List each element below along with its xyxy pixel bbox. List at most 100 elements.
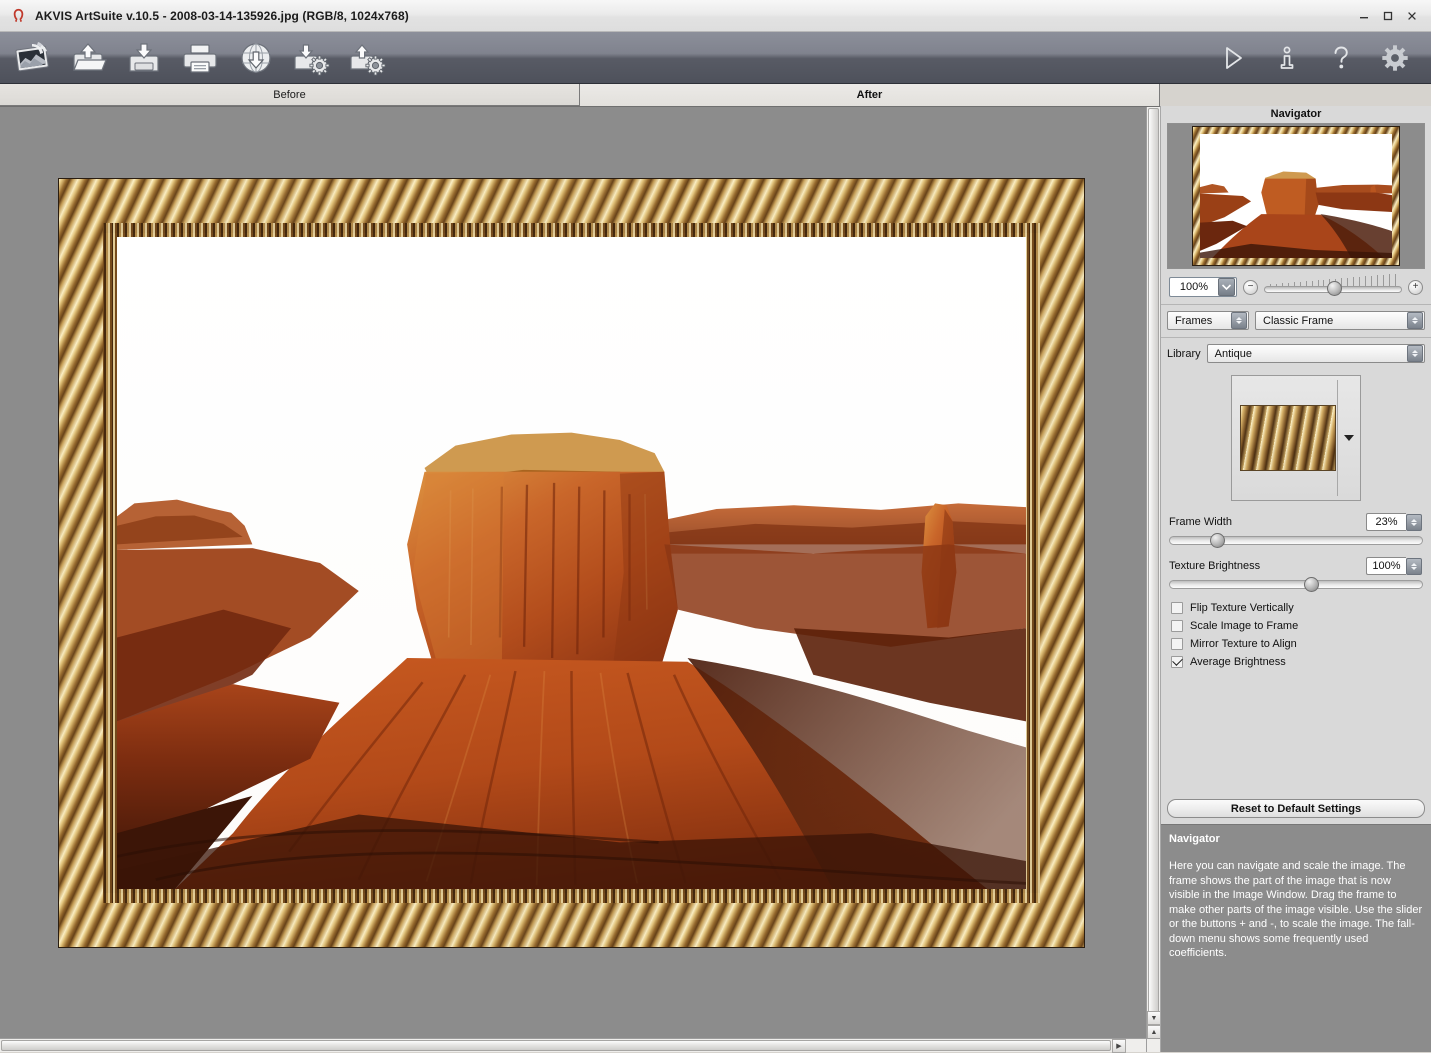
navigator-thumbnail-image xyxy=(1200,134,1392,258)
close-button[interactable] xyxy=(1401,6,1423,26)
main-toolbar xyxy=(0,32,1431,84)
scrollbar-corner xyxy=(1146,1038,1160,1052)
checkbox-label: Scale Image to Frame xyxy=(1190,620,1299,632)
maximize-button[interactable] xyxy=(1377,6,1399,26)
tab-before[interactable]: Before xyxy=(0,84,580,106)
load-settings-icon[interactable] xyxy=(292,38,332,78)
window-controls xyxy=(1353,6,1427,26)
tab-after-label: After xyxy=(856,89,883,101)
preview-divider xyxy=(1337,380,1338,496)
minimize-button[interactable] xyxy=(1353,6,1375,26)
image-canvas[interactable] xyxy=(0,107,1146,1039)
texture-brightness-slider-thumb[interactable] xyxy=(1303,577,1319,592)
reset-to-default-settings-button[interactable]: Reset to Default Settings xyxy=(1167,799,1425,818)
frame-width-label: Frame Width xyxy=(1169,516,1232,528)
scroll-up-button[interactable]: ▲ xyxy=(1147,1025,1161,1039)
frame-width-slider-track[interactable] xyxy=(1169,533,1423,548)
antique-frame-texture-swatch xyxy=(1240,405,1336,471)
frame-category-value: Frames xyxy=(1175,314,1213,327)
frame-width-value[interactable]: 23% xyxy=(1366,513,1406,531)
zoom-slider-thumb[interactable] xyxy=(1327,281,1343,296)
chevron-down-icon[interactable] xyxy=(1218,278,1235,296)
frame-width-control: Frame Width 23% xyxy=(1169,513,1423,548)
reset-button-label: Reset to Default Settings xyxy=(1230,802,1362,815)
zoom-out-button[interactable]: − xyxy=(1243,279,1258,295)
zoom-in-label: + xyxy=(1412,281,1419,292)
save-settings-icon[interactable] xyxy=(348,38,388,78)
hints-panel: Navigator Here you can navigate and scal… xyxy=(1161,824,1431,1052)
zoom-slider[interactable] xyxy=(1264,274,1402,297)
zoom-out-label: − xyxy=(1247,281,1254,292)
hints-text: Here you can navigate and scale the imag… xyxy=(1169,860,1423,959)
checkbox-box[interactable] xyxy=(1171,638,1183,650)
library-row: Library Antique xyxy=(1167,344,1425,363)
frame-type-spin-icon[interactable] xyxy=(1407,312,1423,329)
image-canvas-area: ▼ ▲ ▶ xyxy=(0,106,1161,1053)
navigator-preview[interactable] xyxy=(1167,123,1425,269)
checkbox-label: Mirror Texture to Align xyxy=(1190,638,1297,650)
texture-brightness-header: Texture Brightness 100% xyxy=(1169,557,1423,575)
info-icon[interactable] xyxy=(1273,43,1301,73)
frame-texture-preview[interactable] xyxy=(1231,375,1361,501)
photo-svg xyxy=(117,237,1026,889)
minimize-icon xyxy=(1360,16,1368,18)
library-combo[interactable]: Antique xyxy=(1206,344,1425,363)
triangle-down-icon[interactable] xyxy=(1344,435,1354,441)
checkbox-average-brightness[interactable]: Average Brightness xyxy=(1171,656,1421,668)
frame-width-header: Frame Width 23% xyxy=(1169,513,1423,531)
panel-divider-1 xyxy=(1161,304,1431,305)
close-icon xyxy=(1408,11,1416,20)
vertical-scroll-thumb[interactable] xyxy=(1148,108,1159,1013)
right-settings-panel: Navigator 100% − + Frames Classic Frame … xyxy=(1160,106,1431,1052)
download-from-server-icon[interactable] xyxy=(236,38,276,78)
library-value: Antique xyxy=(1214,347,1252,360)
checkbox-label: Average Brightness xyxy=(1190,656,1286,668)
scroll-down-button[interactable]: ▼ xyxy=(1147,1011,1161,1025)
navigator-photo-svg xyxy=(1200,134,1392,258)
frame-category-spin-icon[interactable] xyxy=(1231,312,1247,329)
checkbox-box[interactable] xyxy=(1171,602,1183,614)
checkbox-flip-texture-vertically[interactable]: Flip Texture Vertically xyxy=(1171,602,1421,614)
frame-type-value: Classic Frame xyxy=(1263,314,1334,327)
zoom-level-combo[interactable]: 100% xyxy=(1169,277,1237,297)
frame-type-combo[interactable]: Classic Frame xyxy=(1255,311,1425,330)
texture-brightness-spin-icon[interactable] xyxy=(1406,557,1422,575)
checkbox-box[interactable] xyxy=(1171,656,1183,668)
horizontal-scroll-thumb[interactable] xyxy=(1,1040,1111,1051)
checkbox-mirror-texture-to-align[interactable]: Mirror Texture to Align xyxy=(1171,638,1421,650)
frame-category-combo[interactable]: Frames xyxy=(1167,311,1249,330)
texture-brightness-control: Texture Brightness 100% xyxy=(1169,557,1423,592)
frame-width-slider-thumb[interactable] xyxy=(1210,533,1226,548)
canvas-horizontal-scrollbar[interactable]: ▶ xyxy=(0,1038,1146,1053)
photo-monument-valley xyxy=(117,237,1026,889)
maximize-icon xyxy=(1383,11,1393,20)
checkbox-label: Flip Texture Vertically xyxy=(1190,602,1294,614)
run-icon[interactable] xyxy=(1219,43,1247,73)
library-spin-icon[interactable] xyxy=(1407,345,1423,362)
scroll-right-button[interactable]: ▶ xyxy=(1112,1039,1126,1053)
canvas-vertical-scrollbar[interactable]: ▼ ▲ xyxy=(1146,107,1161,1039)
tab-after[interactable]: After xyxy=(580,84,1160,106)
frame-inner-bead xyxy=(103,223,1040,903)
framed-artwork xyxy=(58,178,1085,948)
frame-width-spin-icon[interactable] xyxy=(1406,513,1422,531)
checkbox-box[interactable] xyxy=(1171,620,1183,632)
help-icon[interactable] xyxy=(1327,43,1355,73)
open-image-icon[interactable] xyxy=(68,38,108,78)
akvis-horseshoe-logo-icon xyxy=(13,8,24,22)
checkbox-scale-image-to-frame[interactable]: Scale Image to Frame xyxy=(1171,620,1421,632)
zoom-in-button[interactable]: + xyxy=(1408,279,1423,295)
save-image-icon[interactable] xyxy=(124,38,164,78)
zoom-level-value: 100% xyxy=(1179,281,1209,293)
title-bar: AKVIS ArtSuite v.10.5 - 2008-03-14-13592… xyxy=(0,0,1431,32)
print-image-icon[interactable] xyxy=(180,38,220,78)
window-title: AKVIS ArtSuite v.10.5 - 2008-03-14-13592… xyxy=(35,8,409,23)
hints-title: Navigator xyxy=(1169,833,1220,845)
preferences-gear-icon[interactable] xyxy=(1381,43,1409,73)
panel-spacer xyxy=(1161,668,1431,799)
panel-divider-2 xyxy=(1161,337,1431,338)
texture-brightness-label: Texture Brightness xyxy=(1169,560,1261,572)
texture-brightness-value[interactable]: 100% xyxy=(1366,557,1406,575)
app-photo-icon[interactable] xyxy=(12,38,52,78)
texture-brightness-slider-track[interactable] xyxy=(1169,577,1423,592)
